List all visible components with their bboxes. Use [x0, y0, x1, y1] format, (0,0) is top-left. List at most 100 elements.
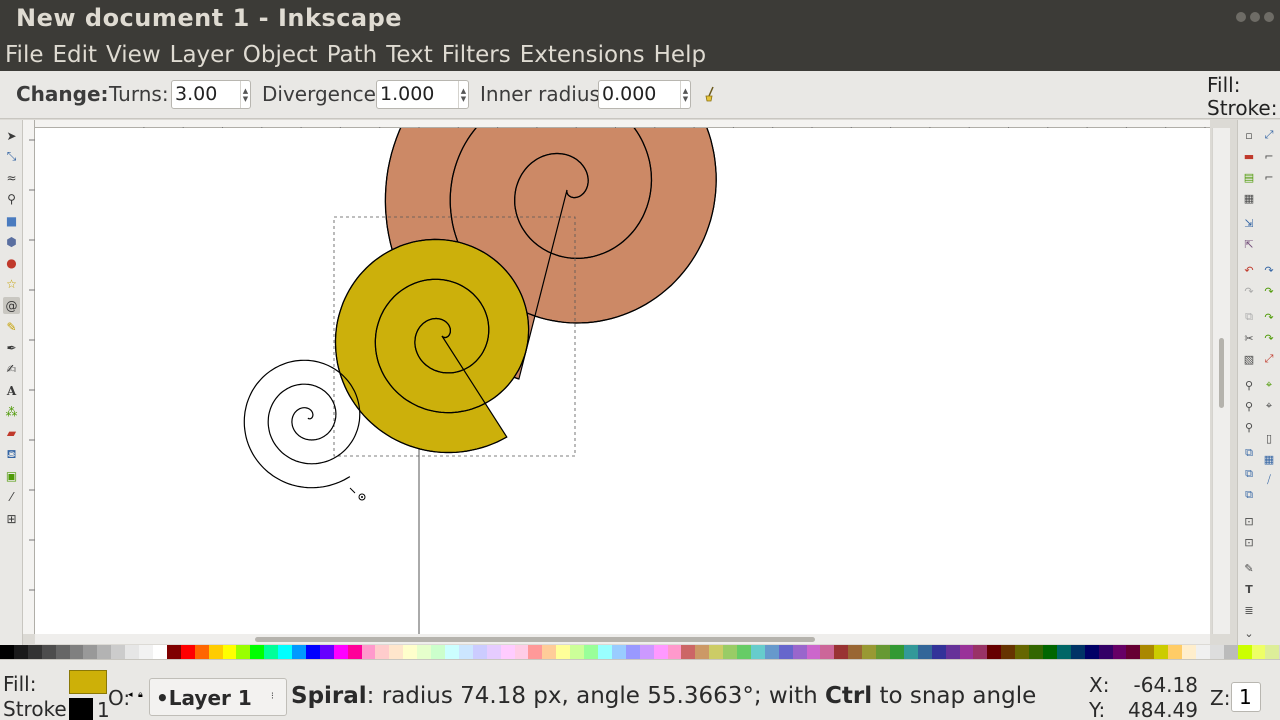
palette-swatch[interactable] [361, 645, 376, 659]
horizontal-ruler[interactable]: -350-300-250-200-150-100-500501001502002… [35, 120, 1220, 135]
palette-swatch[interactable] [41, 645, 56, 659]
star-tool-button[interactable]: ☆ [3, 275, 20, 292]
undo-button[interactable]: ↶ [1242, 263, 1256, 277]
palette-swatch[interactable] [236, 645, 251, 659]
palette-swatch[interactable] [750, 645, 765, 659]
snap-page-button[interactable]: ▯ [1262, 431, 1276, 445]
stroke-swatch[interactable] [69, 698, 93, 720]
menu-path[interactable]: Path [327, 42, 378, 68]
palette-swatch[interactable] [709, 645, 724, 659]
palette-swatch[interactable] [486, 645, 501, 659]
export-button[interactable]: ⇱ [1242, 237, 1256, 251]
palette-swatch[interactable] [27, 645, 42, 659]
palette-swatch[interactable] [180, 645, 195, 659]
paste-button[interactable]: ▧ [1242, 352, 1256, 366]
palette-swatch[interactable] [514, 645, 529, 659]
calligraphy-tool-button[interactable]: ✍ [3, 360, 20, 377]
palette-swatch[interactable] [319, 645, 334, 659]
close-button[interactable] [1264, 12, 1274, 22]
unlink-clone-button[interactable]: ⧉ [1242, 488, 1256, 502]
palette-swatch[interactable] [903, 645, 918, 659]
node-tool-button[interactable]: ⤡ [3, 148, 20, 165]
palette-swatch[interactable] [764, 645, 779, 659]
palette-swatch[interactable] [292, 645, 306, 659]
palette-swatch[interactable] [1182, 645, 1196, 659]
palette-swatch[interactable] [653, 645, 668, 659]
palette-swatch[interactable] [166, 645, 181, 659]
copy-button[interactable]: ⧉ [1242, 310, 1256, 324]
divergence-spinbox[interactable]: 1.000 ▲ ▼ [376, 80, 469, 109]
palette-swatch[interactable] [778, 645, 793, 659]
palette-swatch[interactable] [625, 645, 640, 659]
palette-swatch[interactable] [834, 645, 849, 659]
dropper-tool-button[interactable]: ⁄ [3, 488, 20, 505]
palette-swatch[interactable] [194, 645, 209, 659]
palette-swatch[interactable] [1001, 645, 1016, 659]
inner-radius-spinbox[interactable]: 0.000 ▲ ▼ [598, 80, 691, 109]
palette-swatch[interactable] [13, 645, 28, 659]
pen-tool-button[interactable]: ✒ [3, 339, 20, 356]
palette-swatch[interactable] [681, 645, 696, 659]
palette-swatch[interactable] [848, 645, 863, 659]
snap-nodes-button[interactable]: ↷ [1262, 263, 1276, 277]
snap-smooth-button[interactable]: ⤢ [1262, 352, 1276, 366]
palette-swatch[interactable] [1029, 645, 1043, 659]
palette-swatch[interactable] [1251, 645, 1266, 659]
eye-icon[interactable]: ◂ [128, 690, 133, 700]
palette-swatch[interactable] [639, 645, 654, 659]
palette-swatch[interactable] [820, 645, 835, 659]
palette-swatch[interactable] [1195, 645, 1210, 659]
palette-swatch[interactable] [792, 645, 807, 659]
3d-box-tool-button[interactable]: ⬢ [3, 233, 20, 250]
fill-stroke-dialog-button[interactable]: ✎ [1242, 561, 1256, 575]
snap-grid-button[interactable]: ▦ [1262, 452, 1276, 466]
snap-guide-button[interactable]: ⧸ [1262, 473, 1276, 487]
palette-swatch[interactable] [1140, 645, 1155, 659]
palette-swatch[interactable] [208, 645, 223, 659]
palette-swatch[interactable] [556, 645, 571, 659]
menu-view[interactable]: View [106, 42, 161, 68]
turns-spinbox[interactable]: 3.00 ▲ ▼ [171, 80, 251, 109]
palette-swatch[interactable] [584, 645, 598, 659]
palette-swatch[interactable] [1070, 645, 1085, 659]
zoom-tool-button[interactable]: ⚲ [3, 190, 20, 207]
menu-layer[interactable]: Layer [170, 42, 234, 68]
rectangle-tool-button[interactable]: ■ [3, 212, 20, 229]
connector-tool-button[interactable]: ⊞ [3, 510, 20, 527]
palette-swatch[interactable] [528, 645, 543, 659]
zoom-field[interactable]: 1 [1231, 682, 1261, 712]
text-tool-button[interactable]: A [3, 382, 20, 399]
palette-swatch[interactable] [152, 645, 167, 659]
palette-swatch[interactable] [389, 645, 404, 659]
palette-swatch[interactable] [1056, 645, 1071, 659]
save-button[interactable]: ▤ [1242, 170, 1256, 184]
snap-edge-button[interactable]: ⌐ [1262, 170, 1276, 184]
paint-bucket-tool-button[interactable]: ⛾ [3, 446, 20, 463]
tweak-tool-button[interactable]: ≈ [3, 169, 20, 186]
snap-intersections-button[interactable]: ↷ [1262, 310, 1276, 324]
palette-swatch[interactable] [570, 645, 585, 659]
vertical-ruler[interactable] [23, 120, 35, 634]
palette-swatch[interactable] [1042, 645, 1057, 659]
palette-swatch[interactable] [667, 645, 682, 659]
fill-swatch[interactable] [69, 670, 107, 694]
snap-cusp-button[interactable]: ↷ [1262, 331, 1276, 345]
palette-swatch[interactable] [1209, 645, 1224, 659]
palette-swatch[interactable] [97, 645, 112, 659]
turns-stepper[interactable]: ▲ ▼ [240, 81, 250, 108]
horizontal-scroll-thumb[interactable] [255, 637, 815, 642]
menu-edit[interactable]: Edit [53, 42, 98, 68]
inner-radius-stepper[interactable]: ▲ ▼ [680, 81, 690, 108]
palette-swatch[interactable] [890, 645, 904, 659]
snap-center-button[interactable]: ⌖ [1262, 399, 1276, 413]
palette-swatch[interactable] [347, 645, 362, 659]
palette-swatch[interactable] [917, 645, 932, 659]
clone-button[interactable]: ⧉ [1242, 467, 1256, 481]
palette-swatch[interactable] [1265, 645, 1280, 659]
palette-swatch[interactable] [458, 645, 473, 659]
palette-swatch[interactable] [723, 645, 738, 659]
snap-paths-button[interactable]: ↷ [1262, 284, 1276, 298]
palette-swatch[interactable] [83, 645, 98, 659]
palette-swatch[interactable] [69, 645, 84, 659]
selector-tool-button[interactable]: ➤ [3, 127, 20, 144]
